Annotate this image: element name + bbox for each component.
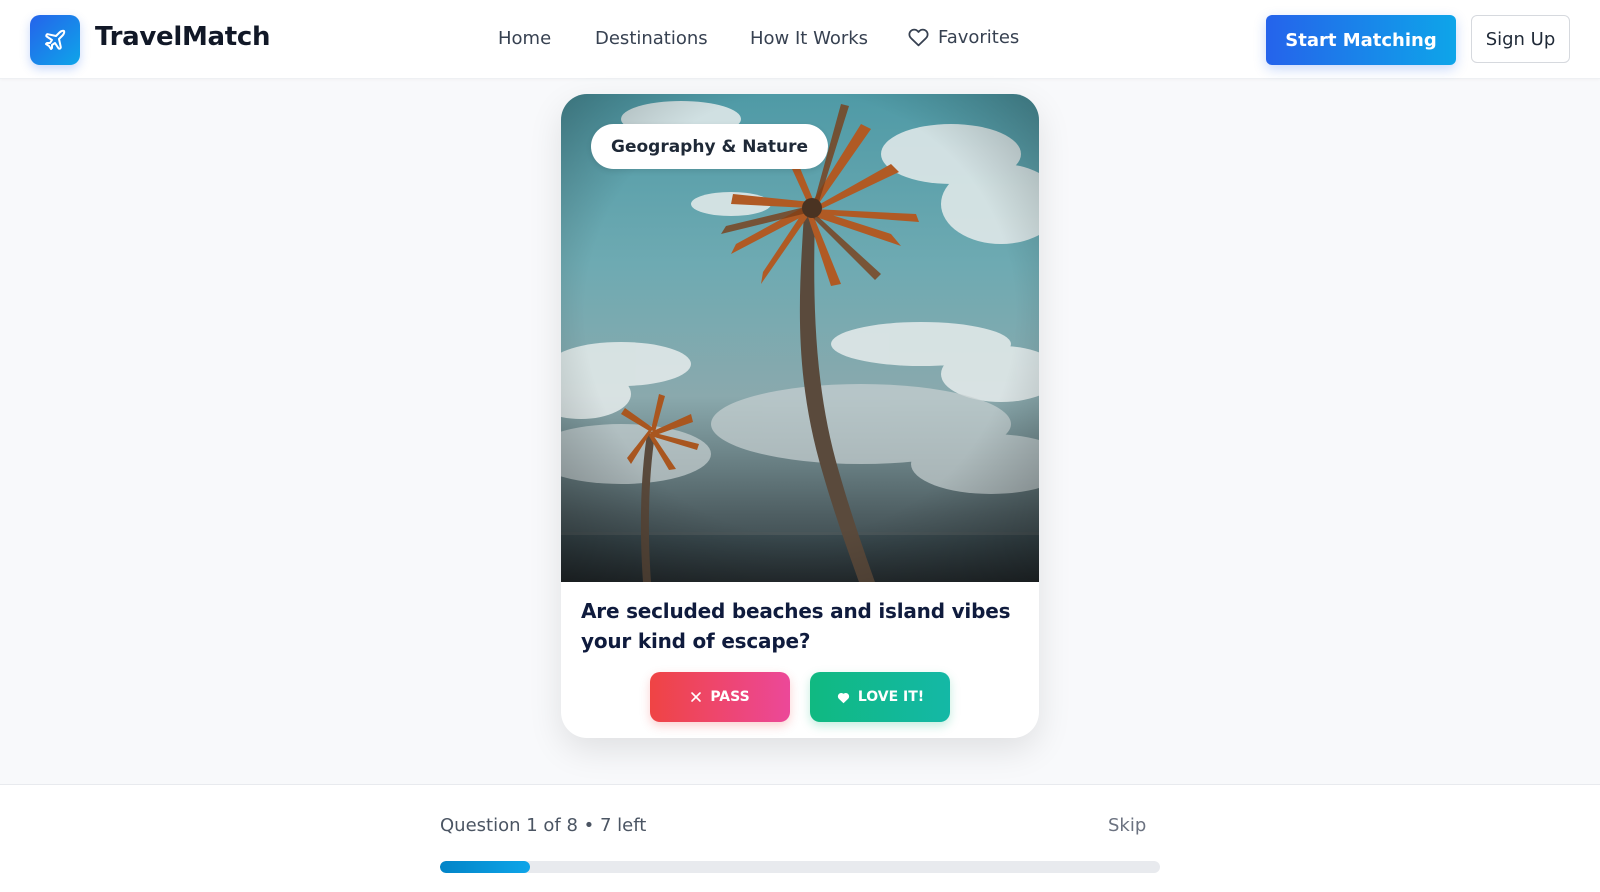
nav-destinations[interactable]: Destinations [595,28,708,49]
close-icon [691,692,702,702]
heart-outline-icon [908,28,929,47]
airplane-icon [45,29,66,50]
progress-text: Question 1 of 8 • 7 left [440,815,647,836]
brand-name[interactable]: TravelMatch [95,22,271,52]
skip-link[interactable]: Skip [1108,815,1146,836]
love-it-button-label: LOVE IT! [857,689,925,705]
nav-favorites[interactable]: Favorites [908,27,1019,48]
heart-icon [837,692,849,704]
progress-bar-fill [440,861,530,873]
progress-footer: Question 1 of 8 • 7 left Skip [0,784,1600,892]
nav-home[interactable]: Home [498,28,551,49]
sign-up-button[interactable]: Sign Up [1471,15,1570,63]
nav-how-it-works[interactable]: How It Works [750,28,868,49]
pass-button-label: PASS [710,689,750,705]
logo[interactable] [30,15,80,65]
pass-button[interactable]: PASS [650,672,790,722]
progress-bar [440,861,1160,873]
category-badge: Geography & Nature [591,124,829,169]
love-it-button[interactable]: LOVE IT! [810,672,950,722]
top-header: TravelMatch Home Destinations How It Wor… [0,0,1600,79]
nav-favorites-label: Favorites [938,27,1020,48]
question-text: Are secluded beaches and island vibes yo… [581,599,1011,653]
destination-image: Geography & Nature [561,94,1039,582]
start-matching-button[interactable]: Start Matching [1266,15,1456,65]
question-card[interactable]: Geography & Nature Are secluded beaches … [561,94,1039,738]
